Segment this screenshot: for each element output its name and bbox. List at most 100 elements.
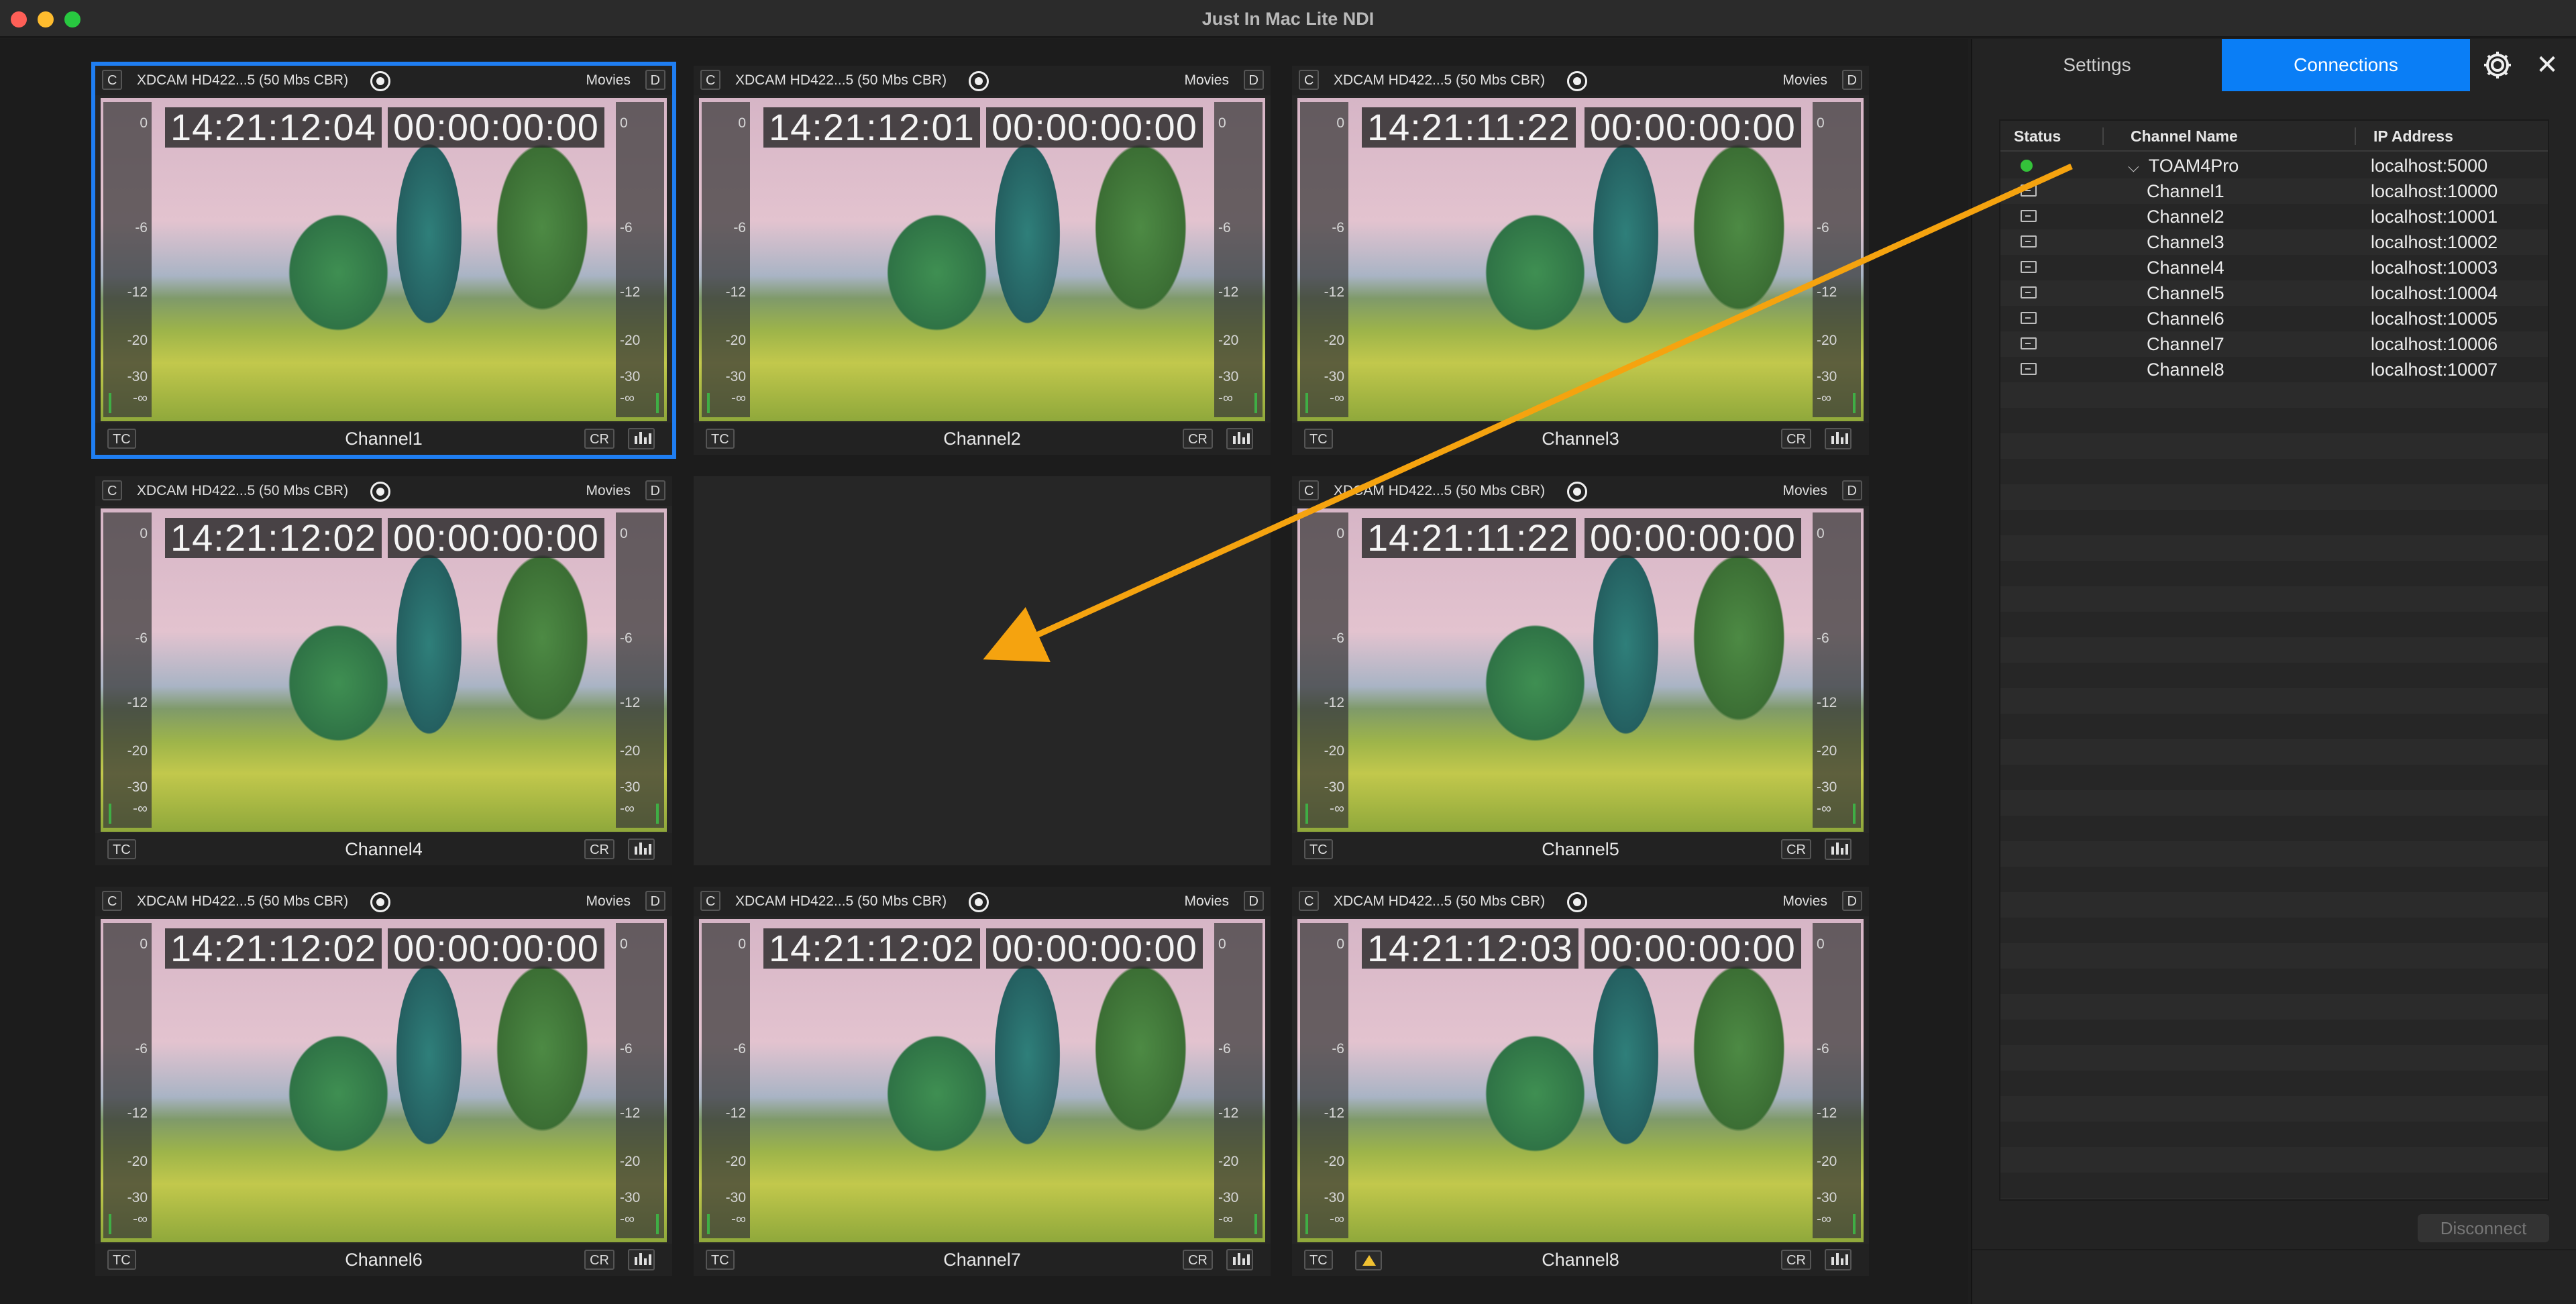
record-icon[interactable] bbox=[969, 892, 989, 912]
d-tag-button[interactable]: D bbox=[1841, 70, 1862, 90]
channel-cell[interactable]: C XDCAM HD422...5 (50 Mbs CBR) Movies D 0 -6 -… bbox=[1292, 476, 1869, 865]
meter-scale-label: -20 bbox=[127, 743, 148, 759]
meter-scale-label: -30 bbox=[1218, 1190, 1239, 1205]
d-tag-button[interactable]: D bbox=[645, 480, 665, 500]
empty-row bbox=[2000, 969, 2548, 994]
meter-scale-label: -20 bbox=[620, 743, 641, 759]
channel-header: C XDCAM HD422...5 (50 Mbs CBR) Movies D bbox=[1292, 476, 1869, 506]
cr-button[interactable]: CR bbox=[1183, 429, 1213, 449]
channel-row[interactable]: Channel6 localhost:10005 bbox=[2000, 306, 2548, 331]
column-header-status[interactable]: Status bbox=[2014, 121, 2061, 152]
cr-button[interactable]: CR bbox=[1781, 429, 1811, 449]
channel-grid: C XDCAM HD422...5 (50 Mbs CBR) Movies D 0 -6 -… bbox=[0, 39, 1968, 1304]
d-tag-button[interactable]: D bbox=[1243, 70, 1264, 90]
cr-button[interactable]: CR bbox=[584, 1250, 614, 1270]
channel-cell[interactable]: C XDCAM HD422...5 (50 Mbs CBR) Movies D 0 -6 -… bbox=[95, 476, 672, 865]
record-icon[interactable] bbox=[1567, 892, 1587, 912]
meter-scale-label: -6 bbox=[135, 631, 148, 646]
codec-label: XDCAM HD422...5 (50 Mbs CBR) bbox=[137, 72, 349, 88]
channel-row[interactable]: Channel1 localhost:10000 bbox=[2000, 178, 2548, 204]
chevron-down-icon[interactable]: ⌵ bbox=[2128, 154, 2139, 180]
channel-row[interactable]: Channel4 localhost:10003 bbox=[2000, 255, 2548, 280]
record-icon[interactable] bbox=[1567, 71, 1587, 91]
destination-label: Movies bbox=[1184, 893, 1229, 909]
meter-scale-label: -20 bbox=[1218, 1154, 1239, 1169]
c-tag-button[interactable]: C bbox=[102, 891, 123, 911]
channel-cell[interactable]: C XDCAM HD422...5 (50 Mbs CBR) Movies D 0 -6 -… bbox=[1292, 887, 1869, 1276]
gear-icon[interactable] bbox=[2481, 48, 2514, 82]
d-tag-button[interactable]: D bbox=[1841, 891, 1862, 911]
meter-scale-label: -∞ bbox=[1330, 390, 1344, 406]
d-tag-button[interactable]: D bbox=[1243, 891, 1264, 911]
c-tag-button[interactable]: C bbox=[1299, 891, 1320, 911]
audio-meter-icon[interactable] bbox=[1226, 1249, 1253, 1270]
record-icon[interactable] bbox=[370, 482, 390, 502]
channel-cell[interactable]: C XDCAM HD422...5 (50 Mbs CBR) Movies D 0 -6 -… bbox=[1292, 66, 1869, 455]
audio-meter-icon[interactable] bbox=[1226, 428, 1253, 449]
meter-level-bar bbox=[707, 393, 710, 413]
channel-row[interactable]: Channel3 localhost:10002 bbox=[2000, 229, 2548, 255]
empty-channel-slot[interactable] bbox=[694, 476, 1271, 865]
meter-level-bar bbox=[109, 804, 111, 824]
record-icon[interactable] bbox=[1567, 482, 1587, 502]
disconnect-button[interactable]: Disconnect bbox=[2418, 1214, 2549, 1242]
audio-meter-icon[interactable] bbox=[1825, 1249, 1851, 1270]
cr-button[interactable]: CR bbox=[584, 429, 614, 449]
audio-meter-icon[interactable] bbox=[628, 1249, 655, 1270]
channel-row[interactable]: Channel8 localhost:10007 bbox=[2000, 357, 2548, 382]
cr-button[interactable]: CR bbox=[584, 839, 614, 859]
server-row[interactable]: ⌵ TOAM4Pro localhost:5000 bbox=[2000, 153, 2548, 180]
meter-scale-label: -30 bbox=[620, 1190, 641, 1205]
meter-scale-label: -∞ bbox=[133, 390, 148, 406]
channel-cell[interactable]: C XDCAM HD422...5 (50 Mbs CBR) Movies D 0 -6 -… bbox=[694, 66, 1271, 455]
empty-row bbox=[2000, 1198, 2548, 1199]
empty-row bbox=[2000, 1071, 2548, 1096]
audio-meter-icon[interactable] bbox=[628, 428, 655, 449]
c-tag-button[interactable]: C bbox=[700, 891, 721, 911]
meter-scale-label: 0 bbox=[1817, 936, 1825, 952]
channel-cell[interactable]: C XDCAM HD422...5 (50 Mbs CBR) Movies D 0 -6 -… bbox=[91, 62, 676, 459]
d-tag-button[interactable]: D bbox=[1841, 480, 1862, 500]
meter-scale-label: 0 bbox=[620, 115, 628, 131]
column-header-channel-name[interactable]: Channel Name bbox=[2131, 121, 2238, 152]
audio-meter-icon[interactable] bbox=[1825, 838, 1851, 860]
video-preview: 0 -6 -12 -20 -30 -∞ 0 -6 -12 -20 -30 -∞ 14:21:12:02 0… bbox=[699, 919, 1265, 1242]
audio-meter-icon[interactable] bbox=[1825, 428, 1851, 449]
channel-footer: TC Channel7 CR bbox=[694, 1244, 1271, 1276]
record-icon[interactable] bbox=[370, 892, 390, 912]
channel-header: C XDCAM HD422...5 (50 Mbs CBR) Movies D bbox=[95, 66, 672, 95]
d-tag-button[interactable]: D bbox=[645, 891, 665, 911]
c-tag-button[interactable]: C bbox=[102, 70, 123, 90]
tab-settings[interactable]: Settings bbox=[1972, 39, 2222, 91]
channel-row[interactable]: Channel2 localhost:10001 bbox=[2000, 204, 2548, 229]
meter-scale-label: -∞ bbox=[1817, 801, 1831, 816]
meter-scale-label: 0 bbox=[140, 115, 148, 131]
meter-scale-label: -6 bbox=[1817, 1041, 1829, 1056]
meter-scale-label: -12 bbox=[1218, 284, 1239, 300]
window-title: Just In Mac Lite NDI bbox=[1201, 9, 1375, 29]
channel-name-cell: Channel6 bbox=[2147, 309, 2224, 329]
channel-cell[interactable]: C XDCAM HD422...5 (50 Mbs CBR) Movies D 0 -6 -… bbox=[95, 887, 672, 1276]
c-tag-button[interactable]: C bbox=[700, 70, 721, 90]
channel-row[interactable]: Channel7 localhost:10006 bbox=[2000, 331, 2548, 357]
audio-meter-icon[interactable] bbox=[628, 838, 655, 860]
meter-scale-label: -6 bbox=[1332, 220, 1344, 235]
close-icon[interactable]: ✕ bbox=[2530, 48, 2564, 82]
meter-scale-label: -∞ bbox=[133, 1211, 148, 1227]
channel-cell[interactable]: C XDCAM HD422...5 (50 Mbs CBR) Movies D 0 -6 -… bbox=[694, 887, 1271, 1276]
timecode-elapsed: 00:00:00:00 bbox=[388, 518, 604, 558]
c-tag-button[interactable]: C bbox=[102, 480, 123, 500]
d-tag-button[interactable]: D bbox=[645, 70, 665, 90]
meter-scale-label: -6 bbox=[1218, 220, 1231, 235]
cr-button[interactable]: CR bbox=[1781, 839, 1811, 859]
tab-connections[interactable]: Connections bbox=[2222, 39, 2470, 91]
c-tag-button[interactable]: C bbox=[1299, 480, 1320, 500]
c-tag-button[interactable]: C bbox=[1299, 70, 1320, 90]
record-icon[interactable] bbox=[969, 71, 989, 91]
cr-button[interactable]: CR bbox=[1183, 1250, 1213, 1270]
audio-meter-right: 0 -6 -12 -20 -30 -∞ bbox=[616, 102, 664, 417]
record-icon[interactable] bbox=[370, 71, 390, 91]
cr-button[interactable]: CR bbox=[1781, 1250, 1811, 1270]
column-header-ip-address[interactable]: IP Address bbox=[2373, 121, 2453, 152]
channel-row[interactable]: Channel5 localhost:10004 bbox=[2000, 280, 2548, 306]
